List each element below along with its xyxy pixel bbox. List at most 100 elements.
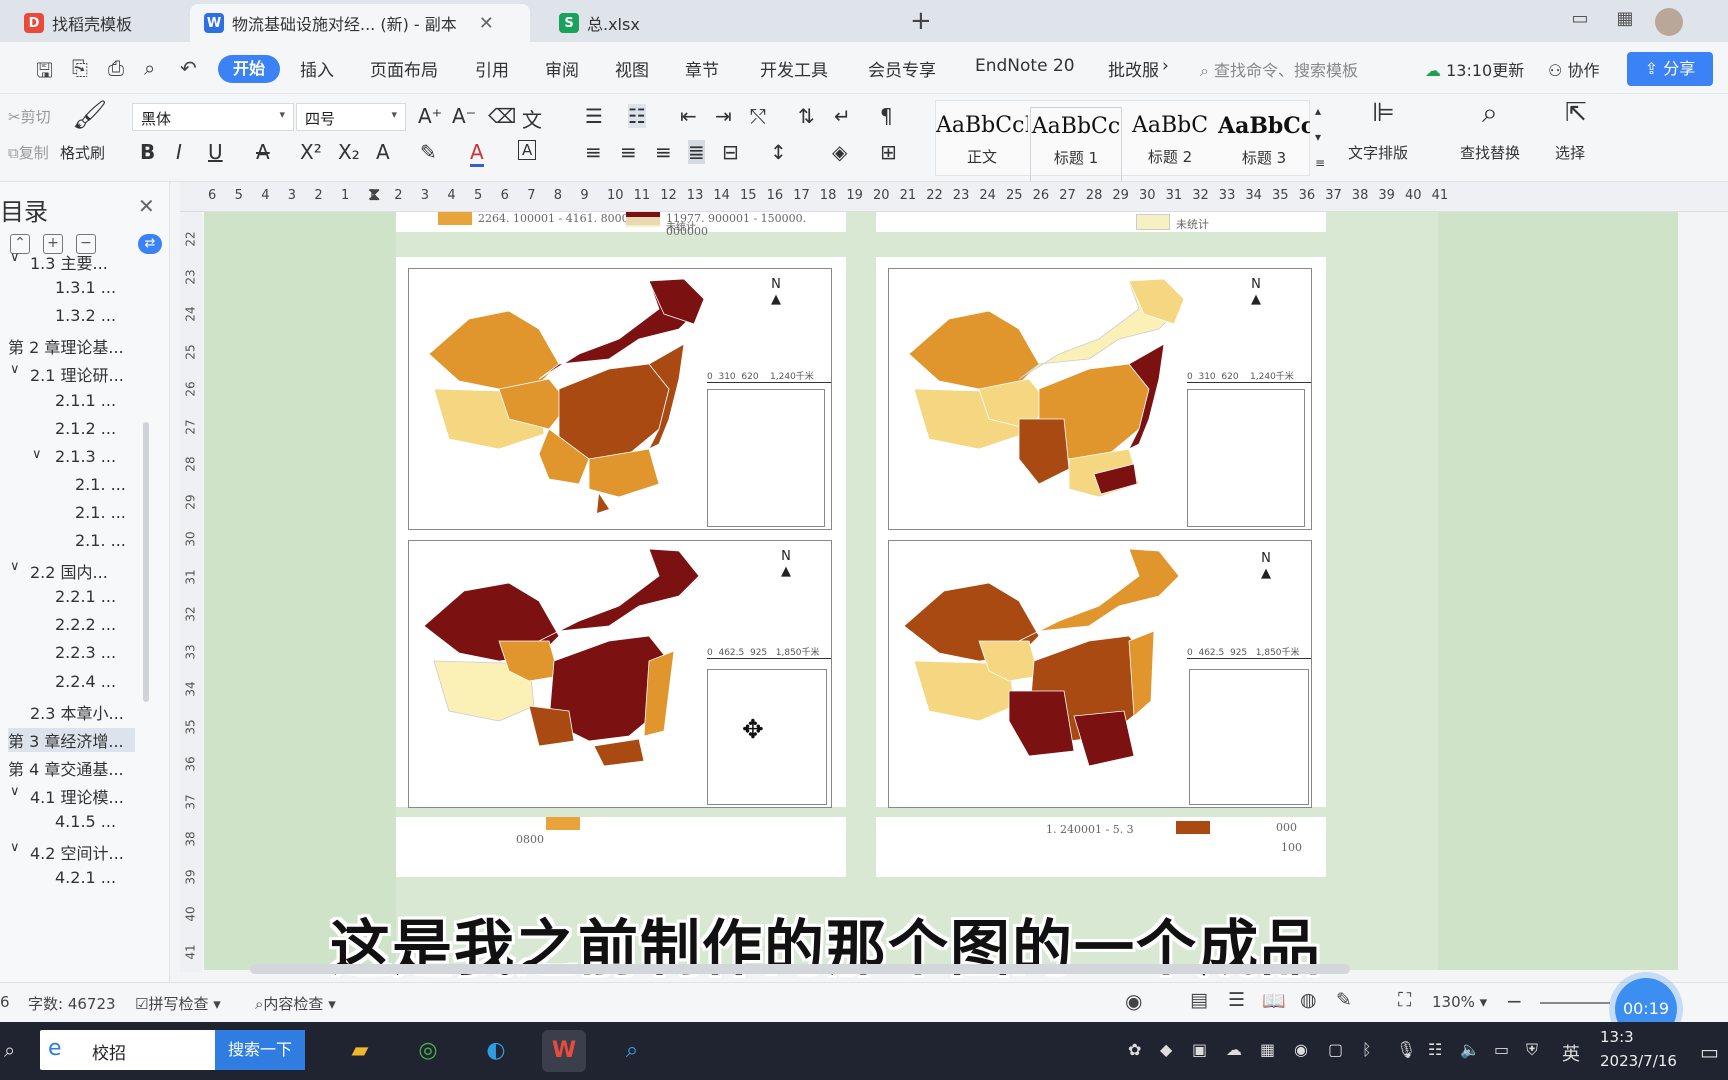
font-size-select[interactable]: 四号 ▾: [296, 103, 406, 131]
outline-view-icon[interactable]: ☰: [1228, 989, 1245, 1011]
toc-item[interactable]: 第 2 章理论基...: [8, 334, 124, 358]
zoom-level[interactable]: 130% ▾: [1432, 993, 1487, 1011]
notification-icon[interactable]: ▭: [1700, 1040, 1719, 1064]
font-color-icon[interactable]: A: [470, 140, 484, 167]
select-button[interactable]: 选择: [1555, 142, 1585, 163]
menu-chapter[interactable]: 章节: [685, 56, 719, 81]
clock-date[interactable]: 2023/7/16: [1600, 1052, 1677, 1070]
menu-start[interactable]: 开始: [218, 55, 280, 83]
expand-chevron-icon[interactable]: ∨: [10, 250, 20, 265]
menu-review[interactable]: 审阅: [545, 56, 579, 81]
borders-icon[interactable]: ⊞: [880, 140, 897, 164]
pen-icon[interactable]: ✎: [1336, 989, 1352, 1011]
search-button[interactable]: 搜索一下: [215, 1030, 305, 1070]
text-layout-button[interactable]: 文字排版: [1348, 142, 1408, 163]
toc-item[interactable]: 2.2.2 ...: [55, 615, 116, 634]
bluetooth-icon[interactable]: ᛒ: [1362, 1040, 1372, 1059]
grid-apps-icon[interactable]: ▦: [1610, 8, 1640, 34]
expand-chevron-icon[interactable]: ∨: [10, 840, 20, 855]
indent-marker-icon[interactable]: ⧗: [368, 184, 381, 205]
strikethrough-icon[interactable]: A: [256, 140, 270, 164]
char-border-icon[interactable]: A: [518, 140, 537, 160]
toc-item[interactable]: 2.2 国内...: [30, 559, 108, 583]
chevron-right-icon[interactable]: ›: [1162, 56, 1169, 76]
toc-item[interactable]: 第 4 章交通基...: [8, 756, 124, 780]
file-explorer-icon[interactable]: ▰: [338, 1030, 382, 1072]
zoom-out-icon[interactable]: −: [1506, 989, 1523, 1013]
microphone-icon[interactable]: 🎙: [1396, 1040, 1416, 1059]
tray-app-icon[interactable]: ▦: [1260, 1040, 1275, 1059]
security-shield-icon[interactable]: ⛨: [1526, 1040, 1538, 1060]
print-preview-icon[interactable]: ⌕: [144, 56, 155, 80]
style-heading-3[interactable]: AaBbCcl 标题 3: [1218, 107, 1310, 183]
menu-endnote[interactable]: EndNote 20: [975, 56, 1075, 76]
print-icon[interactable]: ⎙: [108, 56, 124, 80]
browser-360-icon[interactable]: ◎: [406, 1030, 450, 1072]
ime-indicator[interactable]: 英: [1562, 1040, 1580, 1066]
toc-item[interactable]: 1.3.1 ...: [55, 278, 116, 297]
tray-app-icon[interactable]: ◆: [1160, 1040, 1172, 1059]
menu-insert[interactable]: 插入: [300, 56, 334, 81]
search-icon[interactable]: ⌕: [4, 1038, 15, 1062]
bold-icon[interactable]: B: [140, 140, 155, 164]
superscript-icon[interactable]: X²: [300, 140, 322, 164]
select-cursor-icon[interactable]: ⇱: [1565, 98, 1587, 128]
save-icon[interactable]: 🖫: [36, 56, 53, 90]
shading-icon[interactable]: ◈: [832, 140, 847, 164]
horizontal-ruler[interactable]: 6 5 4 3 2 1 1 2 3 4 5 6 7 8 9 10 11 12 13 14 15 16 17 18 19 20 21 2…: [180, 182, 1728, 212]
clock-time[interactable]: 13:3: [1600, 1028, 1634, 1046]
line-spacing-icon[interactable]: ↕: [770, 140, 787, 164]
phonetic-icon[interactable]: 文: [522, 104, 542, 133]
expand-chevron-icon[interactable]: ∨: [10, 362, 20, 377]
menu-correction[interactable]: 批改服: [1108, 56, 1159, 81]
format-painter-icon[interactable]: 🖌: [72, 98, 108, 131]
horizontal-scrollbar[interactable]: [250, 964, 1350, 974]
style-normal[interactable]: AaBbCcI 正文: [936, 107, 1028, 183]
eye-protection-icon[interactable]: ◉: [1125, 989, 1142, 1013]
justify-icon[interactable]: ≣: [688, 140, 705, 164]
toc-item[interactable]: 2.2.4 ...: [55, 672, 116, 691]
edge-browser-icon[interactable]: ◐: [474, 1030, 518, 1072]
toc-item[interactable]: 2.1. ...: [75, 531, 126, 550]
tab-spreadsheet[interactable]: S 总.xlsx: [545, 4, 845, 42]
grow-font-icon[interactable]: A⁺: [418, 104, 442, 128]
search-input[interactable]: 校招: [92, 1039, 126, 1064]
fit-page-icon[interactable]: ⛶: [1398, 989, 1411, 1011]
toc-item[interactable]: 第 3 章经济增...: [8, 727, 135, 752]
increase-indent-icon[interactable]: ⇥: [715, 104, 732, 128]
text-effect-icon[interactable]: A: [376, 140, 390, 164]
expand-chevron-icon[interactable]: ∨: [10, 559, 20, 574]
text-layout-icon[interactable]: ⊫: [1372, 98, 1395, 128]
toc-item[interactable]: 2.1. ...: [75, 503, 126, 522]
bullet-list-icon[interactable]: ☰: [585, 104, 603, 128]
command-search[interactable]: ⌕ 查找命令、搜索模板: [1200, 57, 1358, 81]
tray-wechat-icon[interactable]: ◉: [1294, 1040, 1308, 1059]
copy-button[interactable]: ⧉复制: [8, 142, 49, 163]
italic-icon[interactable]: I: [176, 140, 182, 164]
gallery-scroll-icon[interactable]: ▴ ▾ ≡: [1315, 98, 1325, 176]
collaborate-button[interactable]: ⚇ 协作: [1548, 57, 1599, 81]
menu-references[interactable]: 引用: [475, 56, 509, 81]
shrink-font-icon[interactable]: A⁻: [452, 104, 476, 128]
toc-scrollbar[interactable]: [143, 422, 149, 702]
menu-developer[interactable]: 开发工具: [760, 56, 828, 81]
tab-active-document[interactable]: W 物流基础设施对经... (新) - 副本 ✕: [190, 4, 530, 42]
underline-icon[interactable]: U: [208, 140, 223, 164]
sync-toggle-icon[interactable]: ⇄: [138, 234, 162, 254]
avatar[interactable]: [1655, 8, 1683, 36]
toc-item[interactable]: 4.2.1 ...: [55, 868, 116, 887]
search-tool-icon[interactable]: ⌕: [610, 1030, 654, 1072]
window-layout-icon[interactable]: ▭: [1565, 8, 1595, 34]
tray-cloud-icon[interactable]: ☁: [1226, 1040, 1242, 1059]
share-button[interactable]: ⇪ 分享: [1627, 52, 1713, 86]
toc-item[interactable]: 2.1.1 ...: [55, 391, 116, 410]
expand-chevron-icon[interactable]: ∨: [32, 447, 42, 462]
page-view-icon[interactable]: ▤: [1190, 989, 1208, 1011]
content-check-button[interactable]: ⌕内容检查 ▾: [255, 993, 336, 1014]
expand-chevron-icon[interactable]: ∨: [10, 784, 20, 799]
tray-nvidia-icon[interactable]: ▣: [1192, 1040, 1207, 1059]
format-painter-label[interactable]: 格式刷: [60, 142, 105, 163]
toc-item[interactable]: 2.1.2 ...: [55, 419, 116, 438]
tab-stop-icon[interactable]: ↵: [834, 104, 851, 128]
menu-view[interactable]: 视图: [615, 56, 649, 81]
